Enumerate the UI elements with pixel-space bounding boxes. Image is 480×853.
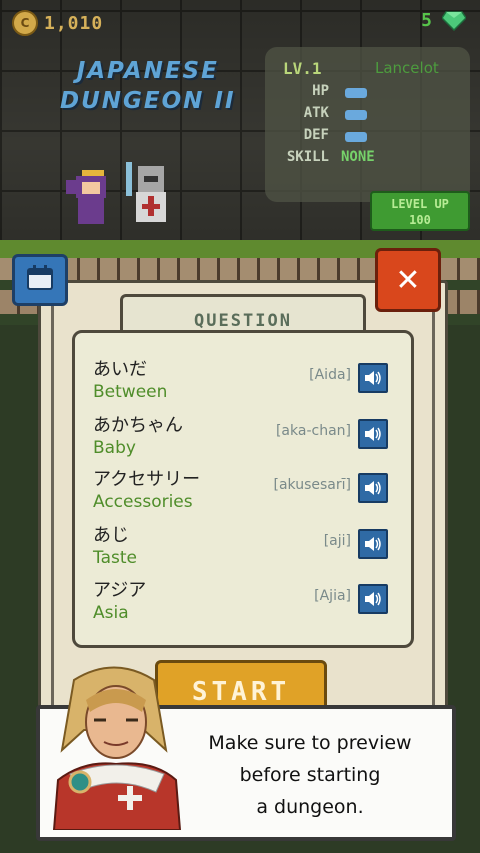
stat-bar-atk (345, 110, 367, 120)
speaker-icon[interactable] (358, 584, 388, 614)
stat-row-def: DEF (285, 127, 465, 147)
question-title: QUESTION (194, 311, 292, 331)
level-up-label: LEVEL UP (391, 197, 449, 211)
word-japanese: アジア (93, 580, 147, 601)
list-item: あいだ Between [Aida] (93, 355, 393, 410)
speaker-icon[interactable] (358, 473, 388, 503)
stat-row-hp: HP (285, 83, 465, 103)
word-english: Asia (93, 603, 129, 623)
word-romaji: [aka-chan] (275, 423, 351, 439)
stat-row-atk: ATK (285, 105, 465, 125)
gem-amount: 5 (421, 10, 432, 31)
list-item: あじ Taste [aji] (93, 521, 393, 576)
tip-line: a dungeon. (256, 796, 364, 818)
party-sprites (62, 160, 182, 239)
calendar-icon (26, 265, 54, 295)
word-english: Accessories (93, 492, 193, 512)
tip-text: Make sure to preview before starting a d… (200, 727, 420, 823)
word-japanese: あかちゃん (93, 415, 183, 436)
speaker-icon[interactable] (358, 529, 388, 559)
word-english: Between (93, 382, 168, 402)
calendar-button[interactable] (12, 254, 68, 306)
word-japanese: あいだ (93, 359, 147, 380)
game-title-line2: DUNGEON II (60, 88, 236, 114)
stat-label: SKILL (286, 149, 329, 165)
list-item: あかちゃん Baby [aka-chan] (93, 411, 393, 466)
stat-bar-hp (345, 88, 367, 98)
stat-label: DEF (303, 127, 329, 143)
word-english: Baby (93, 438, 136, 458)
list-item: アクセサリー Accessories [akusesarī] (93, 465, 393, 520)
speaker-icon[interactable] (358, 419, 388, 449)
stat-label: ATK (303, 105, 329, 121)
skill-value: NONE (341, 149, 375, 165)
word-list: あいだ Between [Aida] あかちゃん Baby [aka-chan]… (72, 330, 414, 648)
game-title: JAPANESE DUNGEON II (60, 56, 236, 116)
word-romaji: [aji] (323, 533, 351, 549)
coin-counter: C 1,010 (12, 10, 103, 36)
hero-name: Lancelot (375, 59, 439, 77)
word-japanese: あじ (93, 525, 129, 546)
close-button[interactable]: ✕ (375, 248, 441, 312)
gem-counter: 5 (421, 10, 466, 31)
stat-row-skill: SKILL NONE (285, 149, 465, 169)
close-icon: ✕ (395, 262, 421, 298)
tip-line: Make sure to preview (208, 732, 412, 754)
stat-label: HP (312, 83, 329, 99)
word-romaji: [akusesarī] (273, 477, 351, 493)
level-up-button[interactable]: LEVEL UP 100 (370, 191, 470, 231)
knight-portrait (44, 660, 184, 831)
hero-level: LV.1 (283, 59, 322, 78)
gem-icon (442, 10, 466, 31)
word-romaji: [Aida] (309, 367, 351, 383)
speaker-icon[interactable] (358, 363, 388, 393)
word-romaji: [Ajia] (314, 588, 351, 604)
hero-stats-panel: LV.1 Lancelot HP ATK DEF SKILL NONE (265, 47, 470, 202)
word-japanese: アクセサリー (93, 469, 201, 490)
coin-amount: 1,010 (44, 12, 104, 34)
game-title-line1: JAPANESE (76, 58, 219, 84)
tip-line: before starting (239, 764, 381, 786)
stat-bar-def (345, 132, 367, 142)
level-up-cost: 100 (409, 213, 431, 227)
coin-icon: C (12, 10, 38, 36)
list-item: アジア Asia [Ajia] (93, 576, 393, 631)
word-english: Taste (93, 548, 137, 568)
